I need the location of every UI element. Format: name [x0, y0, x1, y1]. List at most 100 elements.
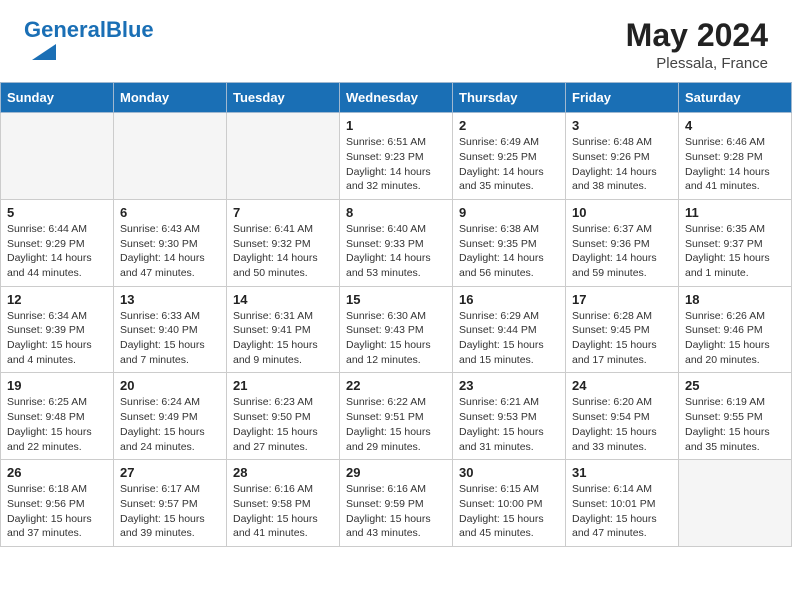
day-info: Sunrise: 6:30 AMSunset: 9:43 PMDaylight:… [346, 309, 446, 368]
calendar-cell-w3-d6: 17 Sunrise: 6:28 AMSunset: 9:45 PMDayligh… [566, 286, 679, 373]
col-monday: Monday [114, 83, 227, 113]
day-info: Sunrise: 6:15 AMSunset: 10:00 PMDaylight… [459, 482, 559, 541]
day-info: Sunrise: 6:23 AMSunset: 9:50 PMDaylight:… [233, 395, 333, 454]
day-info: Sunrise: 6:43 AMSunset: 9:30 PMDaylight:… [120, 222, 220, 281]
day-info: Sunrise: 6:35 AMSunset: 9:37 PMDaylight:… [685, 222, 785, 281]
logo-blue: Blue [106, 17, 154, 42]
day-number: 15 [346, 292, 446, 307]
col-thursday: Thursday [453, 83, 566, 113]
calendar-cell-w5-d3: 28Sunrise: 6:16 AMSunset: 9:58 PMDayligh… [227, 460, 340, 547]
day-info: Sunrise: 6:24 AMSunset: 9:49 PMDaylight:… [120, 395, 220, 454]
calendar-cell-w4-d1: 19 Sunrise: 6:25 AMSunset: 9:48 PMDayligh… [1, 373, 114, 460]
day-info: Sunrise: 6:21 AMSunset: 9:53 PMDaylight:… [459, 395, 559, 454]
day-info: Sunrise: 6:40 AMSunset: 9:33 PMDaylight:… [346, 222, 446, 281]
day-number: 3 [572, 118, 672, 133]
logo-text: GeneralBlue [24, 18, 154, 42]
day-number: 17 [572, 292, 672, 307]
day-number: 23 [459, 378, 559, 393]
day-info: Sunrise: 6:16 AMSunset: 9:59 PMDaylight:… [346, 482, 446, 541]
calendar-cell-w4-d6: 24 Sunrise: 6:20 AMSunset: 9:54 PMDayligh… [566, 373, 679, 460]
calendar-week-4: 19 Sunrise: 6:25 AMSunset: 9:48 PMDayligh… [1, 373, 792, 460]
calendar-cell-w5-d7 [679, 460, 792, 547]
calendar-week-2: 5Sunrise: 6:44 AMSunset: 9:29 PMDaylight… [1, 199, 792, 286]
calendar-cell-w1-d7: 4Sunrise: 6:46 AMSunset: 9:28 PMDaylight… [679, 113, 792, 200]
calendar-cell-w4-d4: 22 Sunrise: 6:22 AMSunset: 9:51 PMDayligh… [340, 373, 453, 460]
calendar-cell-w5-d1: 26 Sunrise: 6:18 AMSunset: 9:56 PMDayligh… [1, 460, 114, 547]
col-sunday: Sunday [1, 83, 114, 113]
day-info: Sunrise: 6:37 AMSunset: 9:36 PMDaylight:… [572, 222, 672, 281]
day-number: 13 [120, 292, 220, 307]
logo-icon [24, 44, 56, 60]
calendar-week-5: 26 Sunrise: 6:18 AMSunset: 9:56 PMDayligh… [1, 460, 792, 547]
day-info: Sunrise: 6:48 AMSunset: 9:26 PMDaylight:… [572, 135, 672, 194]
calendar-header-row: Sunday Monday Tuesday Wednesday Thursday… [1, 83, 792, 113]
day-info: Sunrise: 6:38 AMSunset: 9:35 PMDaylight:… [459, 222, 559, 281]
calendar-cell-w2-d1: 5Sunrise: 6:44 AMSunset: 9:29 PMDaylight… [1, 199, 114, 286]
day-number: 9 [459, 205, 559, 220]
day-number: 22 [346, 378, 446, 393]
day-info: Sunrise: 6:22 AMSunset: 9:51 PMDaylight:… [346, 395, 446, 454]
col-saturday: Saturday [679, 83, 792, 113]
day-info: Sunrise: 6:16 AMSunset: 9:58 PMDaylight:… [233, 482, 333, 541]
day-number: 6 [120, 205, 220, 220]
day-info: Sunrise: 6:49 AMSunset: 9:25 PMDaylight:… [459, 135, 559, 194]
col-wednesday: Wednesday [340, 83, 453, 113]
logo-general: General [24, 17, 106, 42]
calendar-cell-w2-d4: 8 Sunrise: 6:40 AMSunset: 9:33 PMDaylight… [340, 199, 453, 286]
col-friday: Friday [566, 83, 679, 113]
day-info: Sunrise: 6:34 AMSunset: 9:39 PMDaylight:… [7, 309, 107, 368]
calendar-cell-w1-d1 [1, 113, 114, 200]
day-number: 1 [346, 118, 446, 133]
calendar-cell-w5-d6: 31 Sunrise: 6:14 AMSunset: 10:01 PMDaylig… [566, 460, 679, 547]
calendar-cell-w1-d5: 2Sunrise: 6:49 AMSunset: 9:25 PMDaylight… [453, 113, 566, 200]
calendar-cell-w4-d2: 20 Sunrise: 6:24 AMSunset: 9:49 PMDayligh… [114, 373, 227, 460]
month-year: May 2024 [626, 18, 768, 53]
day-number: 7 [233, 205, 333, 220]
calendar-cell-w1-d3 [227, 113, 340, 200]
day-info: Sunrise: 6:26 AMSunset: 9:46 PMDaylight:… [685, 309, 785, 368]
day-number: 4 [685, 118, 785, 133]
day-number: 10 [572, 205, 672, 220]
calendar-cell-w3-d7: 18 Sunrise: 6:26 AMSunset: 9:46 PMDayligh… [679, 286, 792, 373]
calendar-cell-w3-d1: 12 Sunrise: 6:34 AMSunset: 9:39 PMDayligh… [1, 286, 114, 373]
calendar-cell-w1-d4: 1Sunrise: 6:51 AMSunset: 9:23 PMDaylight… [340, 113, 453, 200]
location: Plessala, France [626, 55, 768, 72]
day-info: Sunrise: 6:31 AMSunset: 9:41 PMDaylight:… [233, 309, 333, 368]
day-number: 14 [233, 292, 333, 307]
day-number: 12 [7, 292, 107, 307]
day-number: 11 [685, 205, 785, 220]
logo: GeneralBlue [24, 18, 154, 60]
day-info: Sunrise: 6:44 AMSunset: 9:29 PMDaylight:… [7, 222, 107, 281]
calendar-cell-w1-d6: 3 Sunrise: 6:48 AMSunset: 9:26 PMDaylight… [566, 113, 679, 200]
day-number: 27 [120, 465, 220, 480]
day-info: Sunrise: 6:28 AMSunset: 9:45 PMDaylight:… [572, 309, 672, 368]
col-tuesday: Tuesday [227, 83, 340, 113]
day-number: 25 [685, 378, 785, 393]
day-info: Sunrise: 6:29 AMSunset: 9:44 PMDaylight:… [459, 309, 559, 368]
day-number: 21 [233, 378, 333, 393]
day-number: 31 [572, 465, 672, 480]
day-info: Sunrise: 6:19 AMSunset: 9:55 PMDaylight:… [685, 395, 785, 454]
day-info: Sunrise: 6:41 AMSunset: 9:32 PMDaylight:… [233, 222, 333, 281]
calendar-cell-w2-d6: 10 Sunrise: 6:37 AMSunset: 9:36 PMDayligh… [566, 199, 679, 286]
day-info: Sunrise: 6:25 AMSunset: 9:48 PMDaylight:… [7, 395, 107, 454]
day-info: Sunrise: 6:18 AMSunset: 9:56 PMDaylight:… [7, 482, 107, 541]
day-info: Sunrise: 6:14 AMSunset: 10:01 PMDaylight… [572, 482, 672, 541]
day-number: 8 [346, 205, 446, 220]
day-number: 30 [459, 465, 559, 480]
calendar-cell-w5-d2: 27 Sunrise: 6:17 AMSunset: 9:57 PMDayligh… [114, 460, 227, 547]
day-info: Sunrise: 6:33 AMSunset: 9:40 PMDaylight:… [120, 309, 220, 368]
day-info: Sunrise: 6:20 AMSunset: 9:54 PMDaylight:… [572, 395, 672, 454]
day-number: 26 [7, 465, 107, 480]
calendar-table: Sunday Monday Tuesday Wednesday Thursday… [0, 82, 792, 547]
day-number: 18 [685, 292, 785, 307]
day-info: Sunrise: 6:17 AMSunset: 9:57 PMDaylight:… [120, 482, 220, 541]
day-number: 20 [120, 378, 220, 393]
day-number: 24 [572, 378, 672, 393]
calendar-cell-w1-d2 [114, 113, 227, 200]
calendar-cell-w5-d5: 30 Sunrise: 6:15 AMSunset: 10:00 PMDaylig… [453, 460, 566, 547]
calendar-cell-w2-d2: 6 Sunrise: 6:43 AMSunset: 9:30 PMDaylight… [114, 199, 227, 286]
title-block: May 2024 Plessala, France [626, 18, 768, 72]
day-number: 19 [7, 378, 107, 393]
page-header: GeneralBlue May 2024 Plessala, France [0, 0, 792, 82]
